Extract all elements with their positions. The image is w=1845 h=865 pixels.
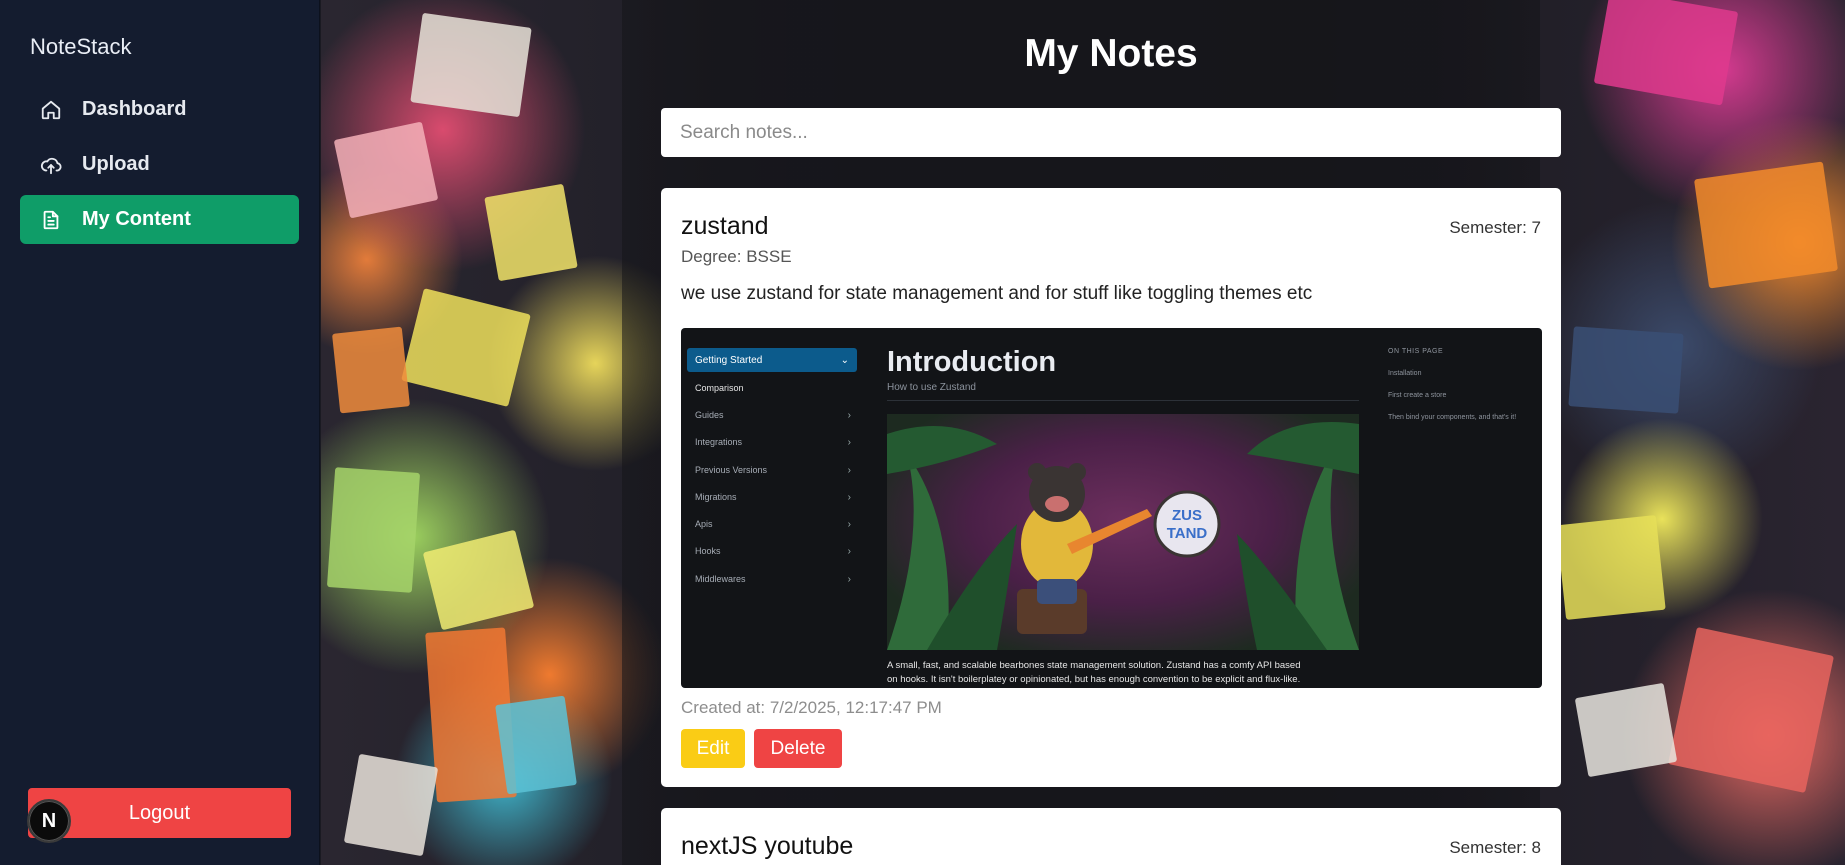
note-card: nextJS youtube Semester: 8 [661,808,1561,865]
doc-body-text: A small, fast, and scalable bearbones st… [887,660,1301,685]
doc-nav-selected: Getting Started ⌄ [687,348,857,372]
document-icon [40,209,62,231]
search-input[interactable] [661,108,1561,157]
sidebar-item-dashboard[interactable]: Dashboard [20,85,299,134]
doc-nav-item: Middlewares › [695,574,851,585]
doc-nav-item: Guides › [695,410,851,421]
nextjs-dev-badge[interactable]: N [27,799,71,843]
doc-nav-item: Migrations › [695,492,851,503]
doc-nav-item: Previous Versions › [695,465,851,476]
doc-toc-item: Then bind your components, and that's it… [1388,414,1517,421]
edit-button[interactable]: Edit [681,729,745,768]
note-title: nextJS youtube [681,832,854,860]
doc-subheading: How to use Zustand [887,382,976,393]
note-title: zustand [681,212,769,240]
sidebar-nav: Dashboard Upload My Content [20,85,299,250]
sidebar-item-upload[interactable]: Upload [20,140,299,189]
sidebar-item-label: Dashboard [82,98,187,120]
sidebar: NoteStack Dashboard Upload My Content Lo… [0,0,320,865]
doc-divider [887,400,1359,401]
doc-nav-item: Comparison [695,383,744,393]
note-semester: Semester: 8 [1449,838,1541,857]
doc-toc-item: First create a store [1388,392,1447,399]
sidebar-item-label: Upload [82,153,150,175]
doc-nav-item: Integrations › [695,437,851,448]
doc-sidebar: Getting Started ⌄ Comparison Guides › Int… [681,328,861,688]
sidebar-item-label: My Content [82,208,191,230]
note-description: we use zustand for state management and … [681,283,1313,304]
note-card: zustand Semester: 7 Degree: BSSE we use … [661,188,1561,787]
home-icon [40,99,62,121]
doc-nav-item: Apis › [695,519,851,530]
zustand-bear-illustration: ZUS TAND [887,414,1359,650]
doc-toc-item: Installation [1388,370,1422,377]
delete-button[interactable]: Delete [754,729,842,768]
sidebar-item-my-content[interactable]: My Content [20,195,299,244]
doc-nav-item: Hooks › [695,546,851,557]
note-degree: Degree: BSSE [681,247,792,266]
note-created-at: Created at: 7/2/2025, 12:17:47 PM [681,698,942,717]
doc-toc-heading: ON THIS PAGE [1388,348,1444,355]
brand-title: NoteStack [30,34,132,59]
note-image[interactable]: Getting Started ⌄ Comparison Guides › Int… [681,328,1542,688]
note-semester: Semester: 7 [1449,218,1541,237]
page-title: My Notes [1024,32,1198,75]
svg-text:ZUS: ZUS [1172,507,1202,524]
svg-text:TAND: TAND [1167,525,1208,542]
cloud-upload-icon [40,154,62,176]
doc-heading: Introduction [887,346,1057,378]
